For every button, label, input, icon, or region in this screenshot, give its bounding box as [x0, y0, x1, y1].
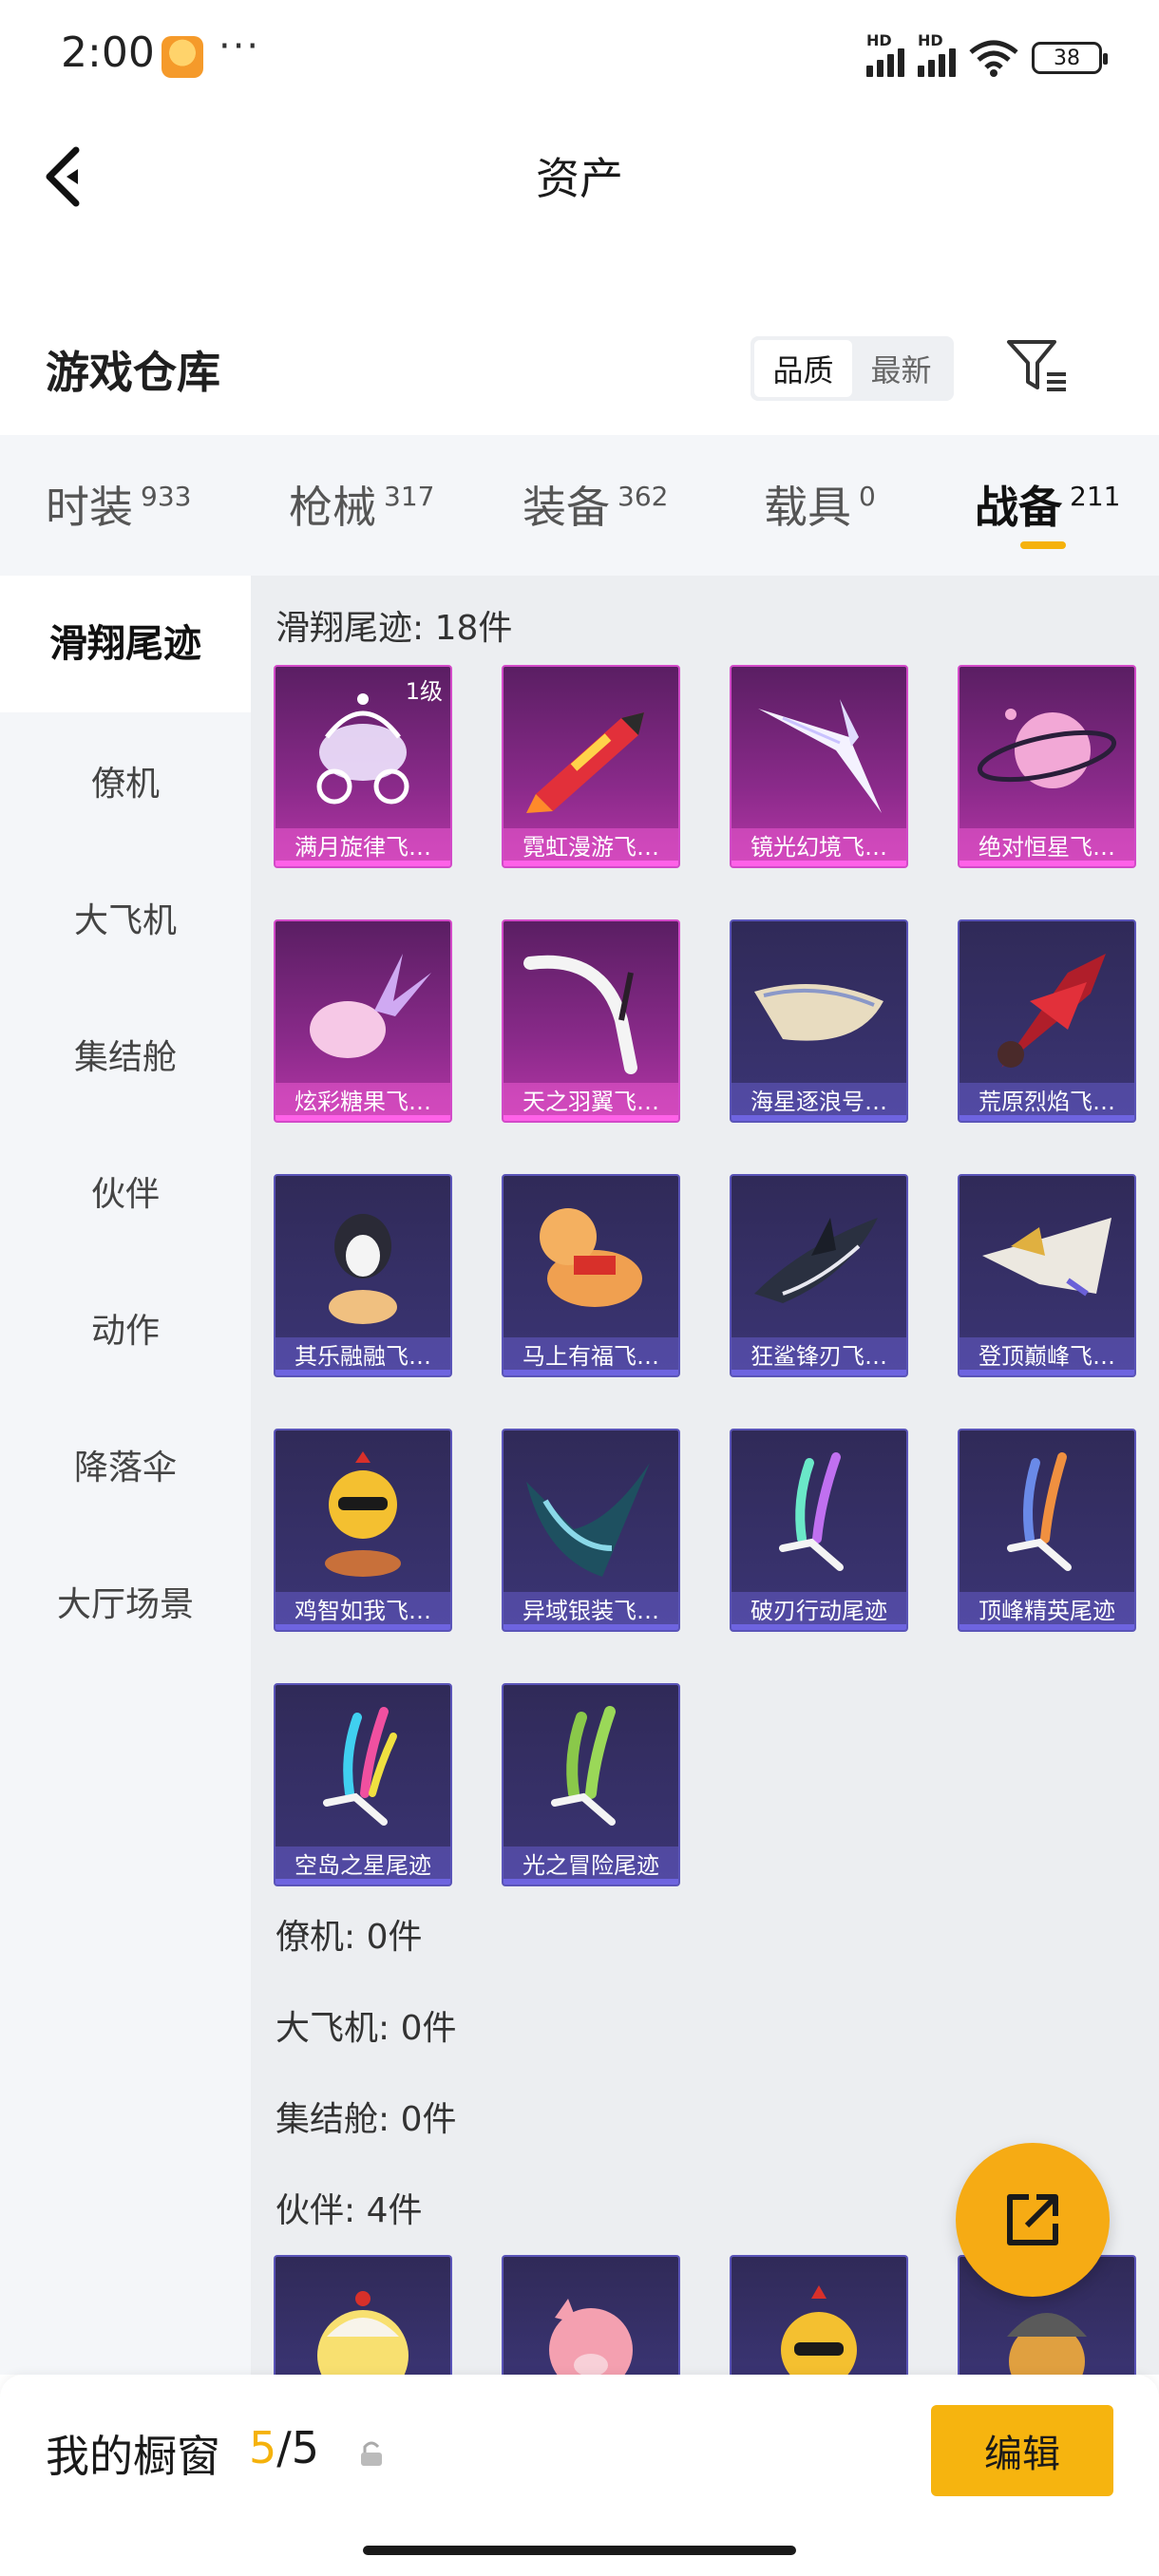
warehouse-title: 游戏仓库 — [46, 347, 220, 398]
item-card[interactable]: 异域银装飞… — [502, 1429, 680, 1632]
boat-icon — [754, 984, 884, 1041]
item-card[interactable]: 镜光幻境飞… — [730, 665, 908, 868]
horse-icon — [540, 1208, 642, 1307]
planet-icon — [977, 709, 1117, 788]
sort-toggle: 品质 最新 — [750, 336, 954, 401]
egg-chick-icon — [317, 2291, 408, 2375]
sidebar-item-pod[interactable]: 集结舱 — [0, 1030, 251, 1079]
section-label-partner: 伙伴: 4件 — [276, 2191, 423, 2230]
item-content: 滑翔尾迹: 18件 1级 满月旋律飞… 霓虹漫游飞… 镜光幻境飞… 绝对恒星飞…… — [251, 576, 1159, 2375]
item-card[interactable]: 其乐融融飞… — [274, 1174, 452, 1377]
item-card[interactable]: 登顶巅峰飞… — [958, 1174, 1136, 1377]
status-bar: 2:00 ··· HD HD 38 — [0, 0, 1159, 114]
smoke-trail-icon — [1007, 1452, 1072, 1571]
candy-icon — [310, 954, 431, 1058]
home-indicator[interactable] — [363, 2546, 796, 2555]
blade-wing-icon — [526, 1463, 650, 1577]
item-card[interactable]: 绝对恒星飞… — [958, 665, 1136, 868]
item-card[interactable]: 海星逐浪号… — [730, 919, 908, 1123]
pink-pig-icon — [549, 2299, 633, 2375]
item-card[interactable]: 马上有福飞… — [502, 1174, 680, 1377]
sidebar-item-airplane[interactable]: 大飞机 — [0, 893, 251, 942]
item-card[interactable]: 光之冒险尾迹 — [502, 1683, 680, 1886]
filter-icon[interactable] — [1005, 336, 1072, 397]
tab-firearms[interactable]: 枪械 317 — [289, 473, 434, 536]
battery-icon: 38 — [1032, 42, 1108, 74]
shark-icon — [754, 1218, 878, 1303]
sidebar-item-glide-trail[interactable]: 滑翔尾迹 — [0, 576, 251, 712]
cell-signal-icon: HD — [866, 31, 904, 77]
category-tabs: 时装 933 枪械 317 装备 362 载具 0 战备 211 — [0, 435, 1159, 576]
tab-vehicles[interactable]: 载具 0 — [764, 473, 876, 536]
item-card[interactable]: 霓虹漫游飞… — [502, 665, 680, 868]
app-notification-icon — [162, 36, 203, 78]
showcase-label: 我的橱窗 — [46, 2431, 220, 2482]
chicken-icon — [325, 1451, 401, 1577]
sidebar-item-partner[interactable]: 伙伴 — [0, 1166, 251, 1216]
item-card[interactable]: 狂鲨锋刃飞… — [730, 1174, 908, 1377]
assets-page: 2:00 ··· HD HD 38 资产 游戏仓库 品质 最新 时装 933 枪… — [0, 0, 1159, 2576]
sort-quality-option[interactable]: 品质 — [754, 340, 852, 397]
status-indicators: HD HD 38 — [866, 31, 1108, 82]
item-card[interactable]: 破刃行动尾迹 — [730, 1429, 908, 1632]
sidebar-item-wingman[interactable]: 僚机 — [0, 756, 251, 805]
item-card[interactable]: 顶峰精英尾迹 — [958, 1429, 1136, 1632]
item-card[interactable] — [730, 2255, 908, 2375]
share-external-icon — [1007, 2194, 1058, 2245]
active-tab-indicator — [1020, 541, 1066, 549]
tab-combat-gear[interactable]: 战备 211 — [975, 473, 1120, 536]
section-label-pod: 集结舱: 0件 — [276, 2100, 457, 2139]
tab-equipment[interactable]: 装备 362 — [522, 473, 668, 536]
jet-icon — [982, 1218, 1112, 1297]
item-card[interactable] — [274, 2255, 452, 2375]
fire-glider-icon — [998, 954, 1106, 1068]
cell-signal-icon: HD — [918, 31, 956, 77]
showcase-bar: 我的橱窗 5/5 编辑 — [0, 2375, 1159, 2576]
item-card[interactable] — [502, 2255, 680, 2375]
sidebar-item-lobby-scene[interactable]: 大厅场景 — [0, 1577, 251, 1626]
sidebar-item-emote[interactable]: 动作 — [0, 1303, 251, 1353]
edit-button[interactable]: 编辑 — [931, 2405, 1113, 2496]
sidebar-item-parachute[interactable]: 降落伞 — [0, 1440, 251, 1489]
level-badge: 1级 — [405, 678, 443, 705]
lock-icon[interactable] — [357, 2437, 386, 2470]
showcase-count: 5/5 — [249, 2422, 320, 2473]
section-label-airplane: 大飞机: 0件 — [276, 2009, 457, 2048]
section-label-glide-trail: 滑翔尾迹: 18件 — [276, 609, 513, 648]
crystal-wing-icon — [758, 699, 882, 813]
feather-wing-icon — [523, 955, 637, 1074]
rainbow-trail-icon — [323, 1707, 397, 1826]
item-card[interactable]: 炫彩糖果飞… — [274, 919, 452, 1123]
chicken-icon — [781, 2285, 857, 2375]
share-button[interactable] — [956, 2143, 1110, 2297]
section-label-wingman: 僚机: 0件 — [276, 1918, 423, 1957]
item-card[interactable]: 荒原烈焰飞… — [958, 919, 1136, 1123]
rocket-icon — [526, 712, 644, 813]
green-trail-icon — [551, 1706, 616, 1826]
penguin-icon — [329, 1214, 397, 1324]
page-title: 资产 — [536, 153, 623, 204]
item-card[interactable]: 鸡智如我飞… — [274, 1429, 452, 1632]
item-card[interactable]: 空岛之星尾迹 — [274, 1683, 452, 1886]
sidebar: 滑翔尾迹 僚机 大飞机 集结舱 伙伴 动作 降落伞 大厅场景 — [0, 576, 251, 2375]
item-card[interactable]: 1级 满月旋律飞… — [274, 665, 452, 868]
sort-newest-option[interactable]: 最新 — [852, 340, 950, 397]
more-notifications-icon: ··· — [218, 25, 261, 68]
status-time: 2:00 — [61, 28, 155, 77]
item-card[interactable]: 天之羽翼飞… — [502, 919, 680, 1123]
smoke-trail-icon — [779, 1452, 844, 1571]
wifi-icon — [969, 40, 1018, 77]
tab-fashion[interactable]: 时装 933 — [46, 473, 191, 536]
